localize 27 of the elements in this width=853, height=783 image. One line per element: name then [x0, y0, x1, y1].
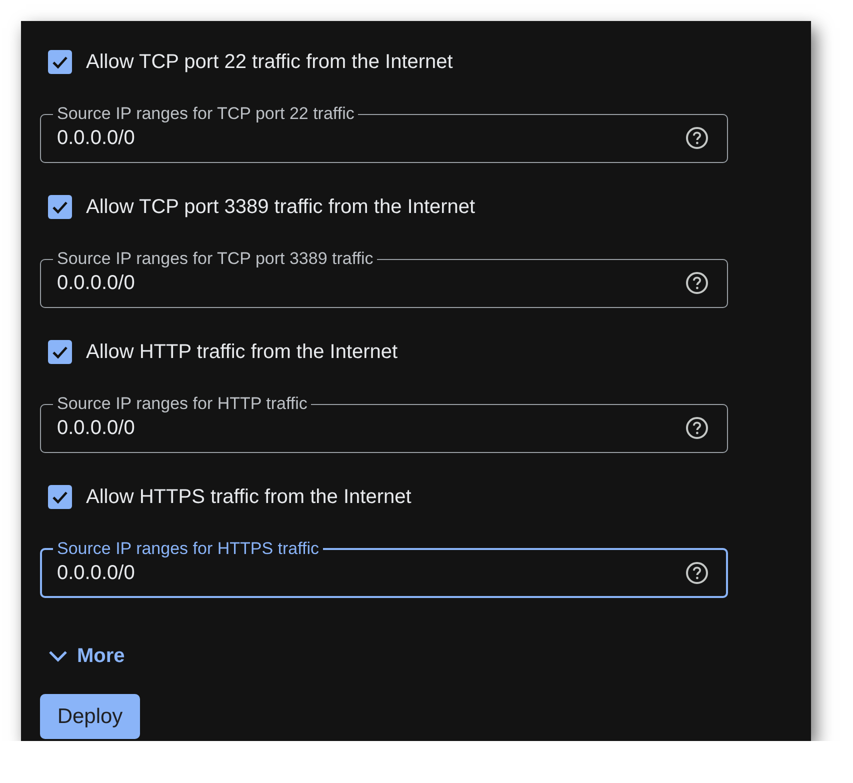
checkbox[interactable]: [48, 195, 72, 219]
checkbox-label: Allow HTTPS traffic from the Internet: [86, 485, 412, 509]
field-label: Source IP ranges for TCP port 3389 traffic: [56, 250, 374, 268]
chevron-down-icon: [48, 649, 68, 663]
field-value: 0.0.0.0/0: [57, 561, 135, 585]
help-icon[interactable]: [686, 272, 708, 294]
ip-range-field[interactable]: Source IP ranges for TCP port 3389 traffic 0.0.0.0/0: [40, 250, 728, 308]
checkbox[interactable]: [48, 340, 72, 364]
help-icon[interactable]: [686, 562, 708, 584]
checkbox[interactable]: [48, 50, 72, 74]
field-value: 0.0.0.0/0: [57, 126, 135, 150]
checkbox[interactable]: [48, 485, 72, 509]
checkbox-label: Allow TCP port 3389 traffic from the Internet: [86, 195, 476, 219]
ip-range-field[interactable]: Source IP ranges for TCP port 22 traffic 0.0.0.0/0: [40, 105, 728, 163]
checkbox-label: Allow HTTP traffic from the Internet: [86, 340, 398, 364]
ip-range-field[interactable]: Source IP ranges for HTTPS traffic 0.0.0.0/0: [40, 540, 728, 598]
deploy-button[interactable]: Deploy: [40, 694, 140, 739]
field-label: Source IP ranges for HTTPS traffic: [56, 540, 320, 558]
field-value: 0.0.0.0/0: [57, 416, 135, 440]
field-value: 0.0.0.0/0: [57, 271, 135, 295]
checkbox-label: Allow TCP port 22 traffic from the Internet: [86, 50, 453, 74]
more-button[interactable]: More: [40, 644, 125, 668]
field-label: Source IP ranges for HTTP traffic: [56, 395, 308, 413]
help-icon[interactable]: [686, 417, 708, 439]
ip-range-field[interactable]: Source IP ranges for HTTP traffic 0.0.0.0/0: [40, 395, 728, 453]
help-icon[interactable]: [686, 127, 708, 149]
field-label: Source IP ranges for TCP port 22 traffic: [56, 105, 356, 123]
